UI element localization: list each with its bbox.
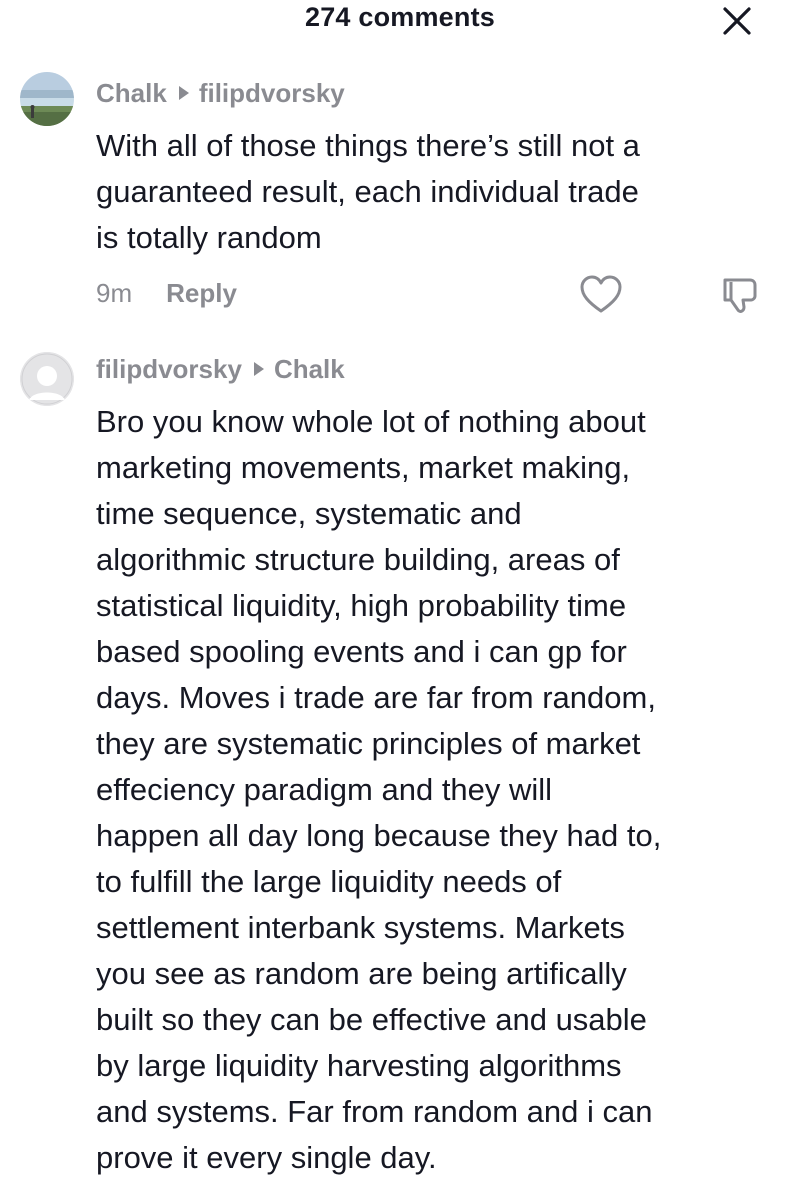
comment-text-line: by large liquidity harvesting algorithms <box>96 1048 622 1083</box>
reply-arrow-icon <box>178 86 189 100</box>
comment-meta: Chalk filipdvorsky <box>96 78 345 109</box>
comment-text-line: days. Moves i trade are far from random, <box>96 680 656 715</box>
close-button[interactable] <box>718 2 756 40</box>
comment-text-line: happen all day long because they had to, <box>96 818 662 853</box>
comment-author[interactable]: filipdvorsky <box>96 354 242 384</box>
comment-text-line: to fulfill the large liquidity needs of <box>96 864 562 899</box>
comment-time: 9m <box>96 278 133 308</box>
avatar[interactable] <box>20 352 74 406</box>
comment-text-line: statistical liquidity, high probability … <box>96 588 627 623</box>
dislike-button[interactable] <box>718 274 764 316</box>
comment-text-line: you see as random are being artifically <box>96 956 627 991</box>
comment-text-line: effeciency paradigm and they will <box>96 772 553 807</box>
comment-text-line: Bro you know whole lot of nothing about <box>96 404 646 439</box>
reply-arrow-icon <box>253 362 264 376</box>
comment-text-line: With all of those things there’s still n… <box>96 128 640 163</box>
comment-text-line: and systems. Far from random and i can <box>96 1094 653 1129</box>
comments-header: 274 comments <box>0 0 800 40</box>
comment-text-line: is totally random <box>96 220 322 255</box>
comment-text-line: guaranteed result, each individual trade <box>96 174 639 209</box>
avatar[interactable] <box>20 72 74 126</box>
comments-count-title: 274 comments <box>305 2 495 32</box>
reply-button[interactable]: Reply <box>166 278 237 308</box>
comment-text-line: prove it every single day. <box>96 1140 437 1175</box>
comment-text-line: built so they can be effective and usabl… <box>96 1002 647 1037</box>
like-button[interactable] <box>578 274 624 316</box>
comment-text: With all of those things there’s still n… <box>96 123 776 261</box>
comment-footer: 9m Reply <box>96 278 237 309</box>
reply-to-user[interactable]: Chalk <box>274 354 345 384</box>
landscape-avatar <box>20 72 74 126</box>
comment-text-line: settlement interbank systems. Markets <box>96 910 625 945</box>
default-user-avatar <box>20 352 74 406</box>
comment-text-line: they are systematic principles of market <box>96 726 641 761</box>
comment-meta: filipdvorsky Chalk <box>96 354 345 385</box>
comment-text-line: algorithmic structure building, areas of <box>96 542 620 577</box>
reply-to-user[interactable]: filipdvorsky <box>199 78 345 108</box>
comment-text: Bro you know whole lot of nothing about … <box>96 399 776 1181</box>
close-icon <box>723 7 751 35</box>
heart-icon <box>580 275 622 313</box>
comment-author[interactable]: Chalk <box>96 78 167 108</box>
comment-text-line: marketing movements, market making, <box>96 450 631 485</box>
comment-text-line: time sequence, systematic and <box>96 496 522 531</box>
comment-text-line: based spooling events and i can gp for <box>96 634 627 669</box>
thumbs-down-icon <box>723 278 757 313</box>
